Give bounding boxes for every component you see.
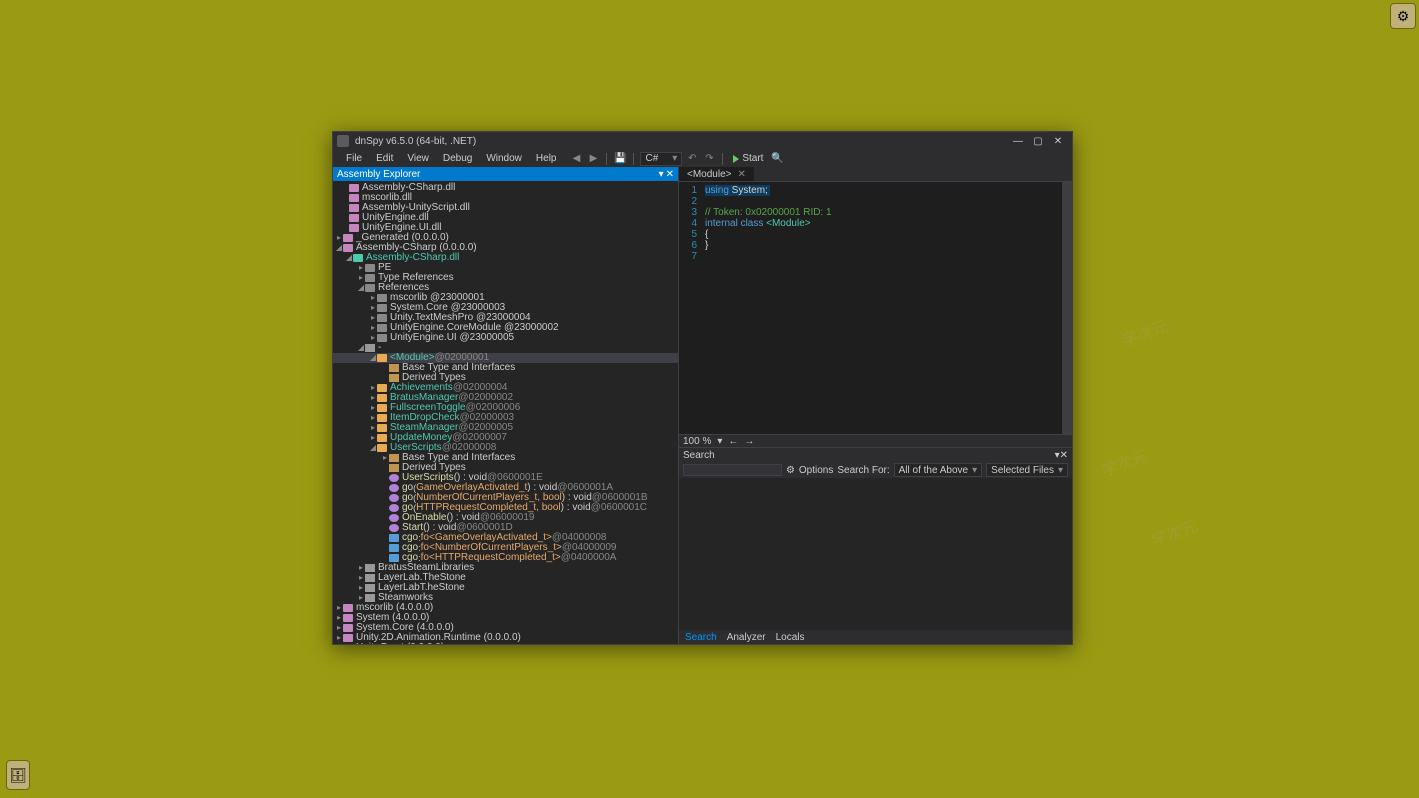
menu-window[interactable]: Window <box>479 152 529 165</box>
menubar: File Edit View Debug Window Help ◀ ▶ 💾 C… <box>333 150 1072 167</box>
nav-back-icon[interactable]: ◀ <box>569 152 583 166</box>
zoom-dropdown-icon[interactable]: ▾ <box>717 436 722 447</box>
scope-combo[interactable]: Selected Files▾ <box>986 463 1068 477</box>
watermark: 学次元 <box>1097 443 1150 482</box>
tree-references[interactable]: ◢References <box>333 283 678 293</box>
line-gutter: 1234567 <box>679 182 701 434</box>
nav-fwd-small-icon[interactable]: → <box>744 436 754 447</box>
search-header[interactable]: Search ▾✕ <box>679 448 1072 462</box>
zoom-level[interactable]: 100 % <box>683 436 711 447</box>
app-icon <box>337 135 349 147</box>
search-results[interactable] <box>679 478 1072 630</box>
tree-namespace[interactable]: ◢- <box>333 343 678 353</box>
desktop-gear-icon[interactable]: ⚙ <box>1390 3 1416 29</box>
tree-class[interactable]: ▸UpdateMoney @02000007 <box>333 433 678 443</box>
right-panel: <Module>✕ 1234567 using System; // Token… <box>679 167 1072 644</box>
editor-scrollbar[interactable] <box>1062 182 1072 434</box>
search-input[interactable] <box>683 464 782 476</box>
close-button[interactable]: ✕ <box>1048 134 1068 148</box>
tree-asm[interactable]: ▸Unity.Burst (0.0.0.0) <box>333 643 678 644</box>
editor-tabstrip: <Module>✕ <box>679 167 1072 181</box>
undo-icon[interactable]: ↶ <box>685 152 699 166</box>
watermark: 学次元 <box>1147 513 1200 552</box>
search-title: Search <box>683 450 715 461</box>
search-icon[interactable]: 🔍 <box>770 152 784 166</box>
tab-search[interactable]: Search <box>685 632 717 643</box>
tab-locals[interactable]: Locals <box>776 632 805 643</box>
searchfor-combo[interactable]: All of the Above▾ <box>894 463 983 477</box>
tree-basetype[interactable]: ▸Base Type and Interfaces <box>333 453 678 463</box>
search-panel: Search ▾✕ ⚙ Options Search For: All of t… <box>679 447 1072 644</box>
nav-back-small-icon[interactable]: ← <box>728 436 738 447</box>
tree-ref-item[interactable]: ▸mscorlib @23000001 <box>333 293 678 303</box>
minimize-button[interactable]: — <box>1008 134 1028 148</box>
panel-close-icon[interactable]: ✕ <box>666 169 674 180</box>
tree-basetype[interactable]: Base Type and Interfaces <box>333 363 678 373</box>
dnspy-window: dnSpy v6.5.0 (64-bit, .NET) — ▢ ✕ File E… <box>332 131 1073 645</box>
redo-icon[interactable]: ↷ <box>702 152 716 166</box>
watermark: 学次元 <box>1117 313 1170 352</box>
menu-debug[interactable]: Debug <box>436 152 479 165</box>
explorer-header[interactable]: Assembly Explorer ▾✕ <box>333 167 678 181</box>
bottom-tabs: Search Analyzer Locals <box>679 630 1072 644</box>
tab-close-icon[interactable]: ✕ <box>737 169 745 180</box>
start-button[interactable]: Start <box>729 153 767 164</box>
menu-edit[interactable]: Edit <box>369 152 400 165</box>
searchfor-label: Search For: <box>837 465 889 476</box>
options-icon[interactable]: ⚙ <box>786 465 795 476</box>
options-label[interactable]: Options <box>799 465 833 476</box>
code-content[interactable]: using System; // Token: 0x02000001 RID: … <box>701 182 1062 434</box>
nav-fwd-icon[interactable]: ▶ <box>586 152 600 166</box>
code-editor[interactable]: 1234567 using System; // Token: 0x020000… <box>679 181 1072 435</box>
tree-ref-item[interactable]: ▸UnityEngine.UI @23000005 <box>333 333 678 343</box>
panel-close-icon[interactable]: ✕ <box>1060 450 1068 461</box>
window-title: dnSpy v6.5.0 (64-bit, .NET) <box>355 136 1008 147</box>
editor-status: 100 % ▾ ← → <box>679 435 1072 447</box>
menu-view[interactable]: View <box>400 152 436 165</box>
editor-tab[interactable]: <Module>✕ <box>679 167 754 181</box>
explorer-title: Assembly Explorer <box>337 169 420 180</box>
panel-dropdown-icon[interactable]: ▾ <box>659 169 664 180</box>
menu-help[interactable]: Help <box>529 152 564 165</box>
assembly-explorer-panel: Assembly Explorer ▾✕ Assembly-CSharp.dll… <box>333 167 679 644</box>
tab-analyzer[interactable]: Analyzer <box>727 632 766 643</box>
play-icon <box>733 155 739 163</box>
search-toolbar: ⚙ Options Search For: All of the Above▾ … <box>679 462 1072 478</box>
maximize-button[interactable]: ▢ <box>1028 134 1048 148</box>
language-combo[interactable]: C#▾ <box>640 152 682 166</box>
desktop-tray-icon[interactable]: 🗄 <box>6 760 30 790</box>
save-icon[interactable]: 💾 <box>613 152 627 166</box>
titlebar[interactable]: dnSpy v6.5.0 (64-bit, .NET) — ▢ ✕ <box>333 132 1072 150</box>
assembly-tree[interactable]: Assembly-CSharp.dll mscorlib.dll Assembl… <box>333 181 678 644</box>
menu-file[interactable]: File <box>339 152 369 165</box>
